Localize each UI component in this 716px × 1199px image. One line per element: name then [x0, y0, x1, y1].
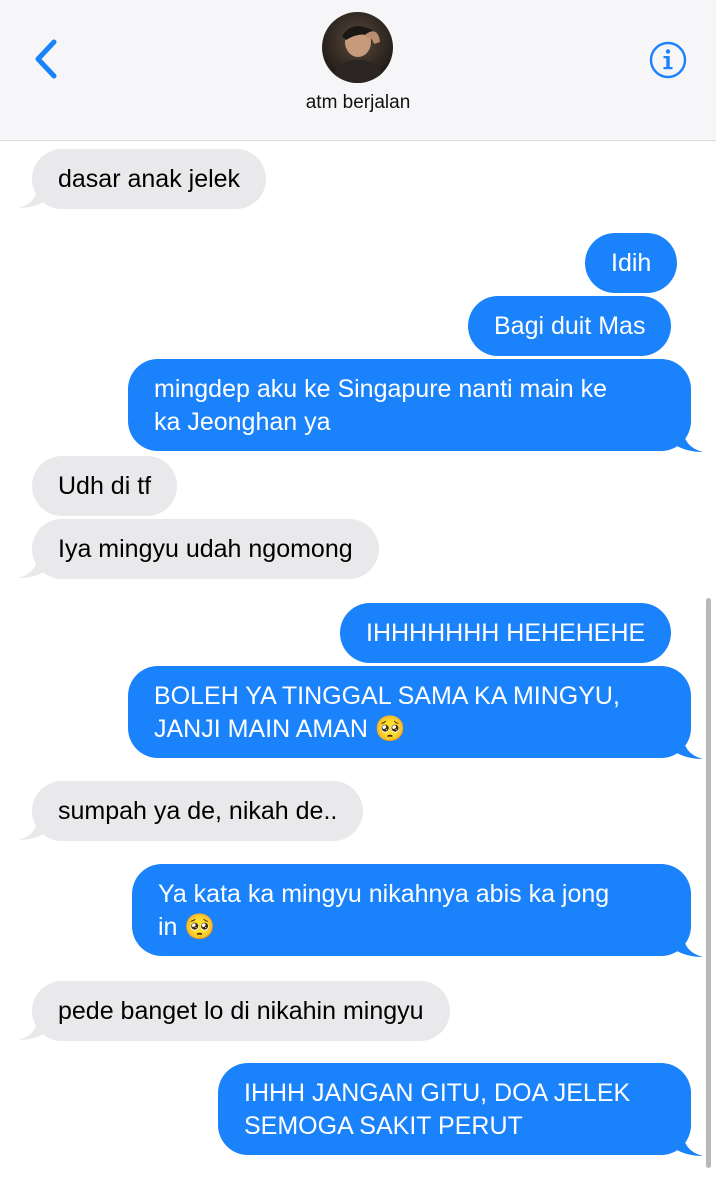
- bubble-tail: [675, 427, 703, 452]
- incoming-message[interactable]: Iya mingyu udah ngomong: [32, 519, 379, 579]
- back-button[interactable]: [28, 36, 68, 82]
- bubble-tail: [18, 815, 46, 840]
- incoming-message[interactable]: Udh di tf: [32, 456, 178, 516]
- bubble-tail: [675, 1131, 703, 1156]
- outgoing-message[interactable]: BOLEH YA TINGGAL SAMA KA MINGYU, JANJI M…: [128, 666, 691, 758]
- info-button[interactable]: [648, 40, 688, 80]
- bubble-tail: [18, 553, 46, 578]
- messages-screen: atm berjalan dasar anak jelek Idih Bagi …: [0, 0, 716, 1199]
- message-list[interactable]: dasar anak jelek Idih Bagi duit Mas ming…: [0, 141, 716, 1199]
- bubble-tail: [675, 734, 703, 759]
- scrollbar[interactable]: [706, 598, 711, 1168]
- bubble-tail: [675, 932, 703, 957]
- contact-avatar[interactable]: [322, 12, 393, 83]
- info-circle-icon: [649, 41, 687, 79]
- incoming-message[interactable]: dasar anak jelek: [32, 149, 267, 209]
- conversation-header: atm berjalan: [0, 0, 716, 141]
- outgoing-message[interactable]: IHHHHHHH HEHEHEHE: [340, 603, 672, 663]
- incoming-message[interactable]: pede banget lo di nikahin mingyu: [32, 981, 450, 1041]
- outgoing-message[interactable]: Idih: [585, 233, 678, 293]
- chevron-left-icon: [35, 39, 57, 79]
- outgoing-message[interactable]: Bagi duit Mas: [468, 296, 672, 356]
- outgoing-message[interactable]: IHHH JANGAN GITU, DOA JELEK SEMOGA SAKIT…: [218, 1063, 691, 1155]
- outgoing-message[interactable]: mingdep aku ke Singapure nanti main ke k…: [128, 359, 691, 451]
- contact-name[interactable]: atm berjalan: [0, 92, 716, 114]
- incoming-message[interactable]: sumpah ya de, nikah de..: [32, 781, 364, 841]
- bubble-tail: [18, 1015, 46, 1040]
- bubble-tail: [18, 183, 46, 208]
- outgoing-message[interactable]: Ya kata ka mingyu nikahnya abis ka jong …: [132, 864, 691, 956]
